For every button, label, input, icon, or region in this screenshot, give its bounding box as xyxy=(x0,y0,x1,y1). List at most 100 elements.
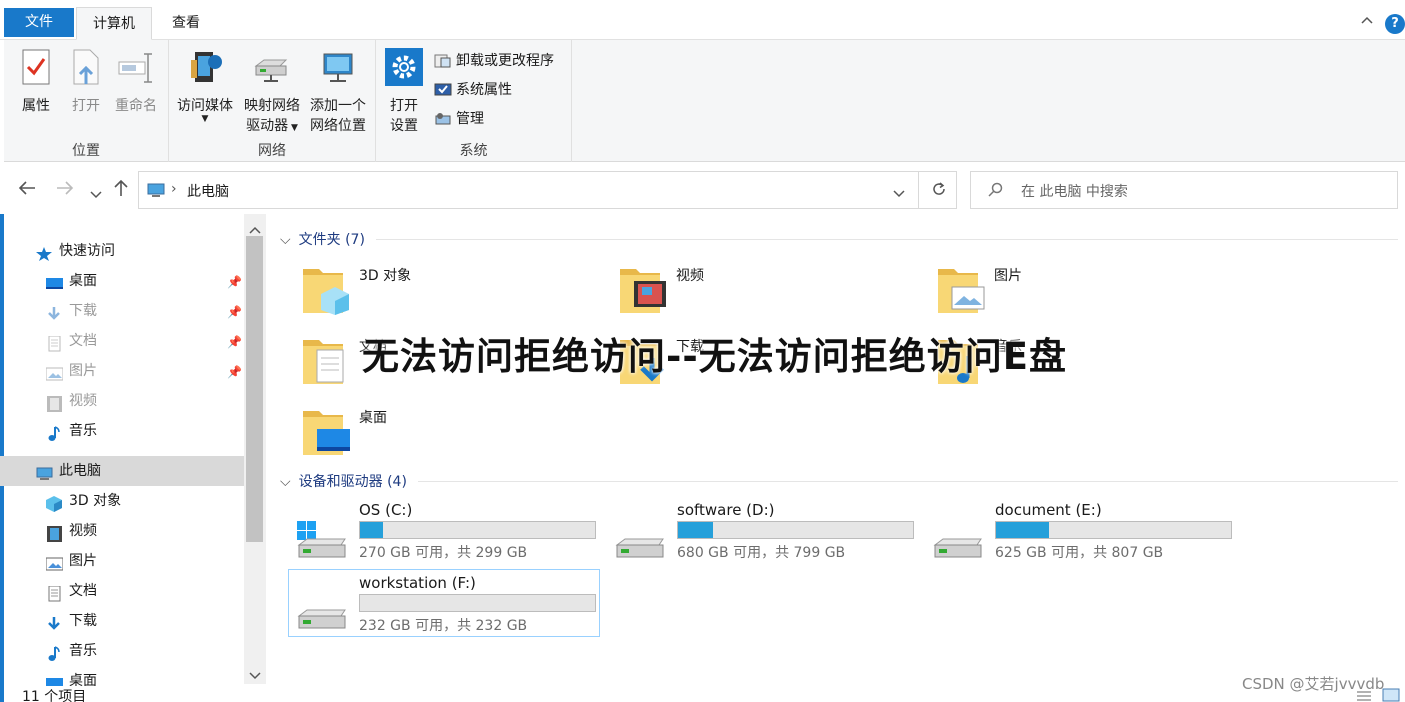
drive-d[interactable]: software (D:) 680 GB 可用，共 799 GB xyxy=(607,501,919,569)
hard-drive-icon xyxy=(615,521,669,559)
folder-label: 3D 对象 xyxy=(359,268,412,284)
overlay-title: 无法访问拒绝访问--无法访问拒绝访问E盘 xyxy=(362,335,1067,378)
manage-label: 管理 xyxy=(456,111,484,127)
recent-locations-chevron-icon[interactable] xyxy=(90,184,102,203)
system-properties-button[interactable]: 系统属性 xyxy=(434,79,512,101)
help-icon[interactable]: ? xyxy=(1385,14,1405,34)
pin-icon[interactable]: 📌 xyxy=(227,357,242,387)
section-header-folders[interactable]: ⌵ 文件夹 (7) xyxy=(280,229,365,249)
drive-usage-bar xyxy=(677,521,914,539)
sidebar-item-pictures[interactable]: 图片 📌 xyxy=(0,356,244,386)
settings-gear-icon xyxy=(382,48,426,92)
drive-e[interactable]: document (E:) 625 GB 可用，共 807 GB xyxy=(925,501,1237,569)
breadcrumb[interactable]: 此电脑 xyxy=(187,181,229,201)
ribbon-group-system: 打开 设置 卸载或更改程序 系统属性 管理 系统 xyxy=(376,40,572,162)
folder-3d-objects[interactable]: 3D 对象 xyxy=(303,265,603,325)
drive-label: workstation (F:) xyxy=(359,574,476,592)
sidebar-item-quick-access[interactable]: 快速访问 xyxy=(0,236,244,266)
star-icon xyxy=(36,243,53,261)
sidebar-item-label: 音乐 xyxy=(69,643,97,659)
drive-label: document (E:) xyxy=(995,501,1102,519)
pin-icon[interactable]: 📌 xyxy=(227,327,242,357)
folder-videos[interactable]: 视频 xyxy=(620,265,920,325)
sidebar-item-pc-music[interactable]: 音乐 xyxy=(0,636,244,666)
ribbon: 属性 打开 重命名 位置 访问媒体 ▼ 映射网络 驱动器 ▼ 添加一个 网络位置… xyxy=(4,40,1405,162)
search-input[interactable]: 在 此电脑 中搜索 xyxy=(1021,181,1128,201)
rename-label: 重命名 xyxy=(115,98,157,114)
manage-button[interactable]: 管理 xyxy=(434,108,484,130)
sidebar-item-label: 视频 xyxy=(69,523,97,539)
uninstall-label: 卸载或更改程序 xyxy=(456,53,554,69)
refresh-icon[interactable] xyxy=(931,181,947,201)
add-location-label-2: 网络位置 xyxy=(310,118,366,134)
back-arrow-icon[interactable] xyxy=(18,180,36,199)
sidebar-item-pc-pictures[interactable]: 图片 xyxy=(0,546,244,576)
folder-label: 视频 xyxy=(676,268,704,284)
sidebar-item-3d-objects[interactable]: 3D 对象 xyxy=(0,486,244,516)
sidebar-item-desktop[interactable]: 桌面 📌 xyxy=(0,266,244,296)
uninstall-programs-button[interactable]: 卸载或更改程序 xyxy=(434,50,554,72)
sidebar-item-documents[interactable]: 文档 📌 xyxy=(0,326,244,356)
access-media-button[interactable]: 访问媒体 ▼ xyxy=(173,48,237,124)
drive-space-text: 680 GB 可用，共 799 GB xyxy=(677,545,846,561)
sidebar-item-pc-downloads[interactable]: 下载 xyxy=(0,606,244,636)
drive-f[interactable]: workstation (F:) 232 GB 可用，共 232 GB xyxy=(288,569,600,637)
sidebar-item-music[interactable]: 音乐 xyxy=(0,416,244,446)
search-box[interactable]: 在 此电脑 中搜索 xyxy=(970,171,1398,209)
ribbon-tab-bar: 文件 计算机 查看 ? xyxy=(0,0,1405,40)
large-icons-view-icon[interactable] xyxy=(1382,688,1400,702)
add-network-location-button[interactable]: 添加一个 网络位置 xyxy=(306,48,370,136)
drive-usage-fill xyxy=(996,522,1050,538)
pin-icon[interactable]: 📌 xyxy=(227,267,242,297)
open-button[interactable]: 打开 xyxy=(66,48,106,116)
forward-arrow-icon[interactable] xyxy=(56,180,74,199)
drive-label: OS (C:) xyxy=(359,501,413,519)
scroll-down-arrow-icon[interactable] xyxy=(249,668,261,684)
sidebar-item-videos[interactable]: 视频 xyxy=(0,386,244,416)
video-icon xyxy=(46,393,63,412)
chevron-up-icon[interactable] xyxy=(1361,14,1373,29)
map-network-drive-button[interactable]: 映射网络 驱动器 ▼ xyxy=(241,48,303,138)
picture-icon xyxy=(45,363,64,381)
drive-space-text: 270 GB 可用，共 299 GB xyxy=(359,545,528,561)
document-icon xyxy=(46,333,63,352)
folder-desktop[interactable]: 桌面 xyxy=(303,407,603,467)
sidebar-scrollbar-thumb[interactable] xyxy=(246,236,263,542)
up-arrow-icon[interactable] xyxy=(114,179,128,201)
folder-desktop-icon xyxy=(303,407,351,457)
section-header-drives[interactable]: ⌵ 设备和驱动器 (4) xyxy=(280,471,407,491)
tab-file[interactable]: 文件 xyxy=(4,8,74,37)
properties-button[interactable]: 属性 xyxy=(16,48,56,116)
address-bar[interactable]: › 此电脑 xyxy=(138,171,957,209)
folder-documents-icon xyxy=(303,336,351,386)
dropdown-arrow-icon: ▼ xyxy=(288,123,298,133)
folder-pictures[interactable]: 图片 xyxy=(938,265,1238,325)
folder-videos-icon xyxy=(620,265,668,315)
ribbon-group-location: 属性 打开 重命名 位置 xyxy=(4,40,169,162)
rename-button[interactable]: 重命名 xyxy=(110,48,162,116)
drive-c[interactable]: OS (C:) 270 GB 可用，共 299 GB xyxy=(289,501,601,569)
windows-drive-icon xyxy=(297,521,351,559)
sidebar-item-label: 音乐 xyxy=(69,423,97,439)
search-icon xyxy=(987,182,1003,202)
breadcrumb-separator-icon: › xyxy=(171,181,177,197)
sidebar-item-this-pc[interactable]: 此电脑 xyxy=(0,456,244,486)
collapse-chevron-icon[interactable]: ⌵ xyxy=(280,474,291,490)
sidebar-item-pc-desktop[interactable]: 桌面 xyxy=(0,666,244,686)
address-dropdown-chevron-icon[interactable] xyxy=(893,186,905,202)
pin-icon[interactable]: 📌 xyxy=(227,297,242,327)
open-settings-button[interactable]: 打开 设置 xyxy=(382,48,426,136)
details-view-icon[interactable] xyxy=(1356,690,1372,702)
tab-view[interactable]: 查看 xyxy=(156,7,216,40)
sidebar-item-pc-documents[interactable]: 文档 xyxy=(0,576,244,606)
video-icon xyxy=(46,523,63,542)
sidebar-item-pc-videos[interactable]: 视频 xyxy=(0,516,244,546)
collapse-chevron-icon[interactable]: ⌵ xyxy=(280,232,291,248)
tab-computer[interactable]: 计算机 xyxy=(76,7,152,40)
desktop-icon xyxy=(46,673,63,686)
download-icon xyxy=(46,613,63,630)
scroll-up-arrow-icon[interactable] xyxy=(249,222,261,238)
drive-space-text: 232 GB 可用，共 232 GB xyxy=(359,618,528,634)
hard-drive-icon xyxy=(933,521,987,559)
sidebar-item-downloads[interactable]: 下载 📌 xyxy=(0,296,244,326)
